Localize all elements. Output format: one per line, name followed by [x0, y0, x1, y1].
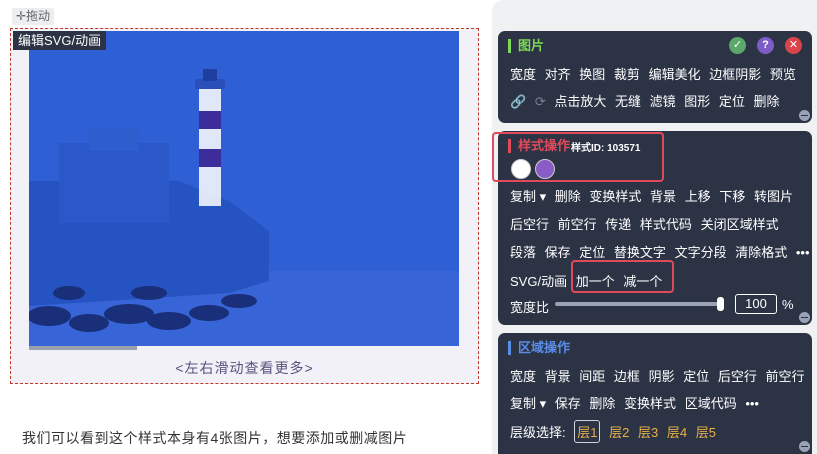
svg-animation-button[interactable]: SVG/动画: [510, 274, 567, 289]
drag-handle[interactable]: ✛拖动: [12, 8, 55, 25]
thumbs-up-icon[interactable]: ✓: [729, 37, 746, 54]
layer-select-label: 层级选择:: [510, 425, 566, 440]
width-ratio-slider[interactable]: [555, 302, 723, 306]
region-save-button[interactable]: 保存: [555, 396, 581, 411]
style-toolbar-row2: 后空行 前空行 传递 样式代码 关闭区域样式: [510, 214, 784, 233]
preview-button[interactable]: 预览: [770, 67, 796, 82]
lighthouse-scene: [29, 31, 459, 346]
region-delete-button[interactable]: 删除: [589, 396, 615, 411]
region-blank-before-button[interactable]: 前空行: [765, 369, 804, 384]
collapse-icon[interactable]: [799, 441, 810, 452]
layer-5-option[interactable]: 层5: [696, 422, 716, 441]
style-toolbar-row3: 段落 保存 定位 替换文字 文字分段 清除格式 •••: [510, 242, 815, 261]
style-toolbar-row1: 复制 ▾ 删除 变换样式 背景 上移 下移 转图片: [510, 186, 798, 205]
delete-image-button[interactable]: 删除: [754, 94, 780, 109]
region-panel: 区域操作 宽度 背景 间距 边框 阴影 定位 后空行 前空行 复制 ▾ 保存 删…: [498, 333, 812, 454]
region-toolbar-row1: 宽度 背景 间距 边框 阴影 定位 后空行 前空行: [510, 366, 810, 385]
region-panel-title: 区域操作: [508, 341, 570, 355]
close-icon[interactable]: ✕: [785, 37, 802, 54]
border-shadow-button[interactable]: 边框阴影: [709, 67, 761, 82]
click-zoom-button[interactable]: 点击放大: [554, 94, 606, 109]
region-blank-after-button[interactable]: 后空行: [718, 369, 757, 384]
shape-button[interactable]: 图形: [684, 94, 710, 109]
image-width-button[interactable]: 宽度: [510, 67, 536, 82]
image-align-button[interactable]: 对齐: [545, 67, 571, 82]
edit-svg-animation-tag[interactable]: 编辑SVG/动画: [13, 31, 107, 50]
save-button[interactable]: 保存: [545, 245, 571, 260]
filter-button[interactable]: 滤镜: [650, 94, 676, 109]
clear-format-button[interactable]: 清除格式: [735, 245, 787, 260]
replace-text-button[interactable]: 替换文字: [614, 245, 666, 260]
layer-4-option[interactable]: 层4: [667, 422, 687, 441]
region-copy-dropdown[interactable]: 复制 ▾: [510, 396, 546, 411]
layer-1-option[interactable]: 层1: [574, 420, 601, 443]
copy-dropdown[interactable]: 复制 ▾: [510, 189, 546, 204]
position-button[interactable]: 定位: [719, 94, 745, 109]
region-more-icon[interactable]: •••: [745, 396, 759, 411]
width-ratio-input[interactable]: 100: [735, 294, 777, 314]
image-panel: 图片 ✓ ? ✕ 宽度 对齐 换图 裁剪 编辑美化 边框阴影 预览 🔗 ⟳ 点击…: [498, 31, 812, 123]
layer-3-option[interactable]: 层3: [638, 422, 658, 441]
style-id-highlight: [492, 132, 664, 182]
width-ratio-label: 宽度比: [510, 300, 550, 315]
collapse-icon[interactable]: [799, 110, 810, 121]
width-ratio-slider-knob[interactable]: [717, 297, 724, 311]
lighthouse-image[interactable]: [29, 31, 459, 346]
background-button[interactable]: 背景: [650, 189, 676, 204]
scroll-hint: <左右滑动查看更多>: [175, 360, 314, 376]
blank-line-before-button[interactable]: 前空行: [558, 217, 597, 232]
layer-select-row: 层级选择: 层1 层2 层3 层4 层5: [510, 420, 721, 443]
pass-button[interactable]: 传递: [605, 217, 631, 232]
more-icon[interactable]: •••: [796, 245, 810, 260]
horizontal-scrollbar[interactable]: [29, 346, 137, 350]
region-toolbar-row2: 复制 ▾ 保存 删除 变换样式 区域代码 •••: [510, 393, 764, 412]
crop-button[interactable]: 裁剪: [614, 67, 640, 82]
move-down-button[interactable]: 下移: [719, 189, 745, 204]
body-paragraph: 我们可以看到这个样式本身有4张图片，想要添加或删减图片: [22, 430, 408, 446]
image-editor-frame: 编辑SVG/动画 <左右滑动查看更多>: [10, 28, 479, 384]
layer-2-option[interactable]: 层2: [609, 422, 629, 441]
image-toolbar-row1: 宽度 对齐 换图 裁剪 编辑美化 边框阴影 预览: [510, 64, 801, 83]
style-panel: 样式操作 样式ID: 103571 复制 ▾ 删除 变换样式 背景 上移 下移 …: [492, 131, 815, 325]
help-icon[interactable]: ?: [757, 37, 774, 54]
paragraph-button[interactable]: 段落: [510, 245, 536, 260]
move-up-button[interactable]: 上移: [685, 189, 711, 204]
spacing-button[interactable]: 间距: [579, 369, 605, 384]
region-width-button[interactable]: 宽度: [510, 369, 536, 384]
replace-image-button[interactable]: 换图: [579, 67, 605, 82]
border-button[interactable]: 边框: [614, 369, 640, 384]
image-panel-title: 图片: [508, 39, 544, 53]
image-toolbar-row2: 🔗 ⟳ 点击放大 无缝 滤镜 图形 定位 删除: [510, 91, 785, 110]
refresh-icon[interactable]: ⟳: [535, 94, 546, 109]
shadow-button[interactable]: 阴影: [649, 369, 675, 384]
link-icon[interactable]: 🔗: [510, 94, 526, 109]
style-code-button[interactable]: 样式代码: [640, 217, 692, 232]
region-background-button[interactable]: 背景: [545, 369, 571, 384]
seamless-button[interactable]: 无缝: [615, 94, 641, 109]
to-image-button[interactable]: 转图片: [754, 189, 793, 204]
transform-style-button[interactable]: 变换样式: [589, 189, 641, 204]
width-ratio-unit: %: [782, 297, 794, 312]
collapse-icon[interactable]: [799, 312, 810, 323]
region-transform-button[interactable]: 变换样式: [624, 396, 676, 411]
add-remove-highlight: [571, 260, 674, 293]
region-code-button[interactable]: 区域代码: [685, 396, 737, 411]
blank-line-after-button[interactable]: 后空行: [510, 217, 549, 232]
edit-beautify-button[interactable]: 编辑美化: [649, 67, 701, 82]
locate-button[interactable]: 定位: [579, 245, 605, 260]
close-region-style-button[interactable]: 关闭区域样式: [701, 217, 779, 232]
text-segment-button[interactable]: 文字分段: [675, 245, 727, 260]
region-position-button[interactable]: 定位: [683, 369, 709, 384]
delete-style-button[interactable]: 删除: [555, 189, 581, 204]
